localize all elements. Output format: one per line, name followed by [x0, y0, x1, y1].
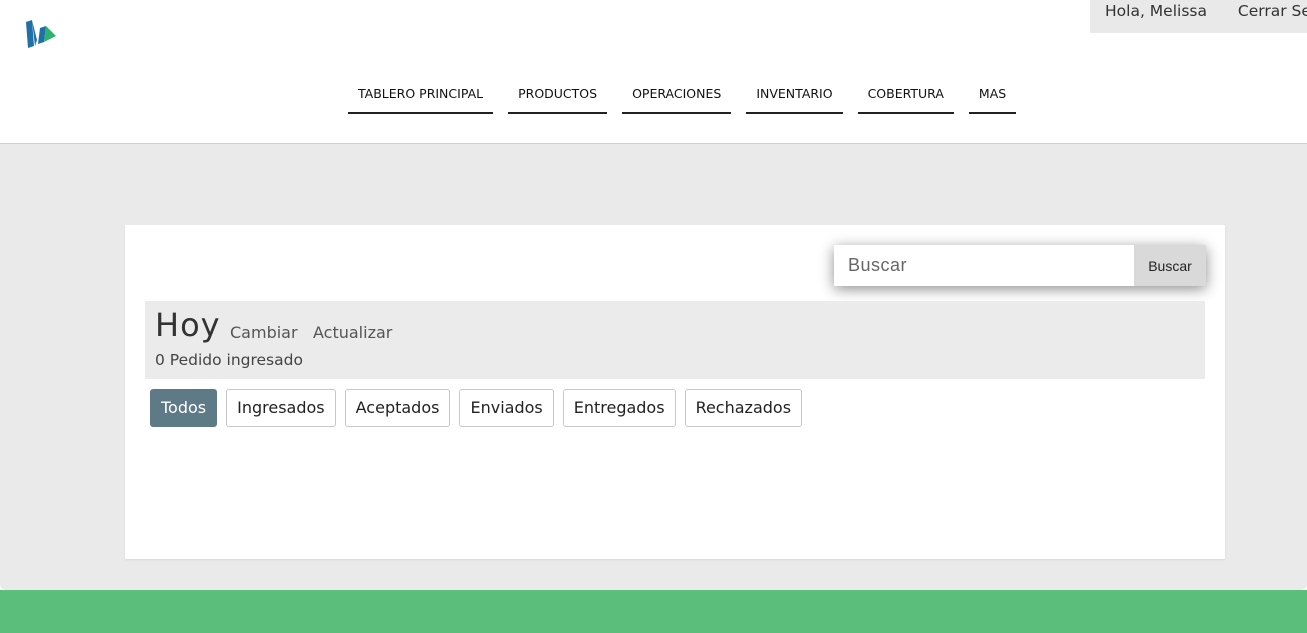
search-bar: Buscar: [834, 245, 1206, 286]
day-summary: Hoy Cambiar Actualizar 0 Pedido ingresad…: [145, 301, 1205, 379]
day-title: Hoy: [155, 306, 221, 344]
refresh-link[interactable]: Actualizar: [313, 323, 392, 342]
nav-item-tablero-principal[interactable]: TABLERO PRINCIPAL: [348, 84, 494, 114]
search-input[interactable]: [834, 245, 1134, 286]
nav-item-productos[interactable]: PRODUCTOS: [508, 84, 608, 114]
main-nav: TABLERO PRINCIPAL PRODUCTOS OPERACIONES …: [348, 84, 1017, 114]
nav-item-inventario[interactable]: INVENTARIO: [746, 84, 843, 114]
filter-enviados[interactable]: Enviados: [459, 389, 554, 427]
brand-logo-icon[interactable]: [24, 18, 58, 50]
search-button[interactable]: Buscar: [1134, 245, 1206, 286]
footer-bar: [0, 590, 1307, 633]
nav-item-mas[interactable]: MAS: [968, 84, 1017, 114]
logout-link[interactable]: Cerrar Sesión: [1238, 0, 1307, 22]
nav-item-operaciones[interactable]: OPERACIONES: [622, 84, 732, 114]
filter-aceptados[interactable]: Aceptados: [344, 389, 451, 427]
change-day-link[interactable]: Cambiar: [230, 323, 298, 342]
nav-item-cobertura[interactable]: COBERTURA: [857, 84, 954, 114]
filter-rechazados[interactable]: Rechazados: [684, 389, 803, 427]
filter-ingresados[interactable]: Ingresados: [226, 389, 336, 427]
top-header: Hola, Melissa Cerrar Sesión TABLERO PRIN…: [0, 0, 1307, 144]
main-content: Buscar Hoy Cambiar Actualizar 0 Pedido i…: [0, 144, 1307, 590]
order-count: 0 Pedido ingresado: [155, 351, 303, 369]
filter-entregados[interactable]: Entregados: [562, 389, 676, 427]
status-filters: Todos Ingresados Aceptados Enviados Entr…: [150, 389, 803, 427]
user-bar: Hola, Melissa Cerrar Sesión: [1090, 0, 1307, 33]
orders-card: Buscar Hoy Cambiar Actualizar 0 Pedido i…: [125, 225, 1225, 559]
filter-todos[interactable]: Todos: [150, 389, 218, 427]
user-greeting: Hola, Melissa: [1105, 2, 1207, 20]
